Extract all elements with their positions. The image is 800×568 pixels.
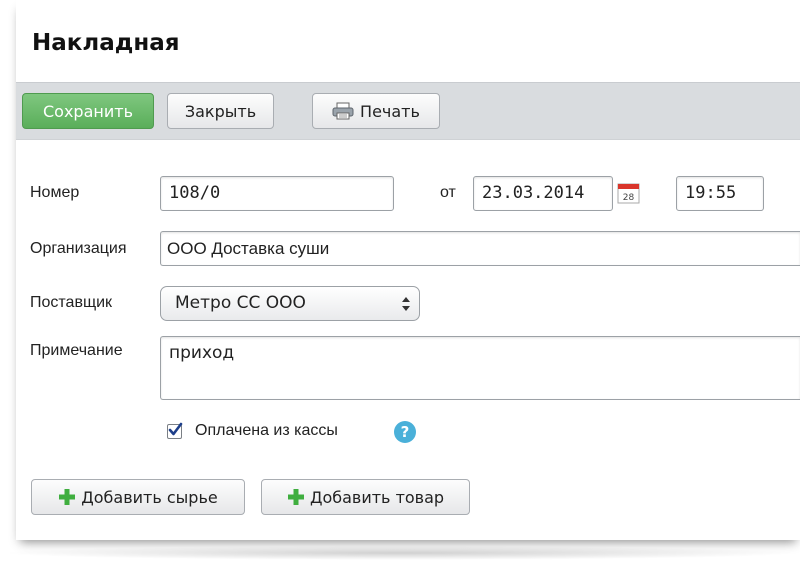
paid-checkbox-label: Оплачена из кассы xyxy=(195,422,338,439)
save-button[interactable]: Сохранить xyxy=(22,93,154,129)
date-input[interactable]: 23.03.2014 xyxy=(473,176,613,211)
add-goods-button[interactable]: Добавить товар xyxy=(261,479,470,515)
invoice-panel xyxy=(16,0,800,540)
paid-checkbox[interactable] xyxy=(167,422,183,439)
calendar-icon[interactable]: 28 xyxy=(617,181,641,205)
supplier-selected-value: Метро СС ООО xyxy=(175,293,306,313)
plus-icon xyxy=(287,488,305,506)
close-button[interactable]: Закрыть xyxy=(167,93,274,129)
number-label: Номер xyxy=(30,184,80,201)
time-input[interactable]: 19:55 xyxy=(676,176,764,211)
help-icon[interactable]: ? xyxy=(394,421,416,443)
print-button-label: Печать xyxy=(360,101,420,121)
organization-label: Организация xyxy=(30,240,127,257)
plus-icon xyxy=(58,488,76,506)
select-arrows-icon xyxy=(401,295,411,313)
page-title: Накладная xyxy=(32,30,180,56)
note-textarea[interactable]: приход xyxy=(160,336,800,400)
supplier-label: Поставщик xyxy=(30,294,113,311)
print-button[interactable]: Печать xyxy=(312,93,440,129)
printer-icon xyxy=(332,102,354,120)
date-from-label: от xyxy=(440,184,456,201)
add-raw-material-label: Добавить сырье xyxy=(81,487,218,507)
add-goods-label: Добавить товар xyxy=(309,487,445,507)
organization-input[interactable]: ООО Доставка суши xyxy=(160,231,800,266)
add-raw-material-button[interactable]: Добавить сырье xyxy=(31,479,245,515)
toolbar: Сохранить Закрыть Печать xyxy=(16,82,800,140)
supplier-select[interactable]: Метро СС ООО xyxy=(160,286,420,321)
note-label: Примечание xyxy=(30,342,123,359)
checkmark-icon xyxy=(168,422,183,436)
calendar-icon-day: 28 xyxy=(623,193,635,203)
panel-shadow xyxy=(0,546,800,560)
number-input[interactable]: 108/0 xyxy=(160,176,394,211)
